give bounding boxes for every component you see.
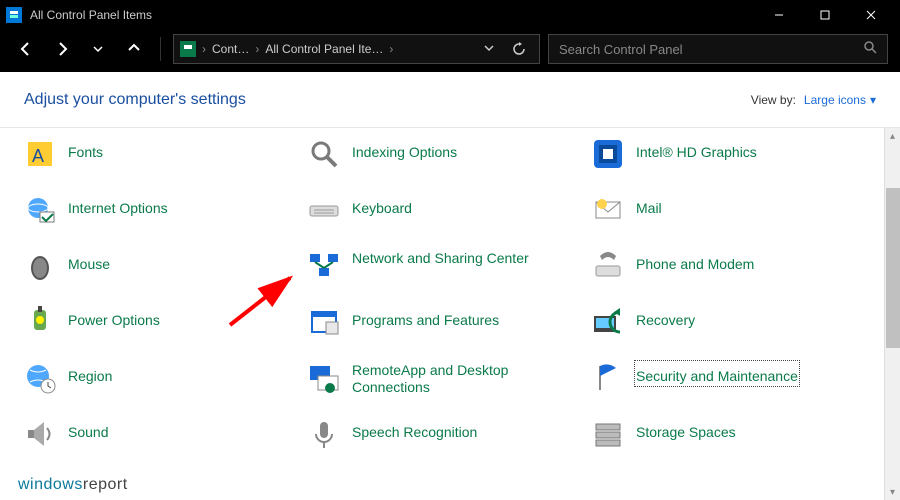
breadcrumb-segment[interactable]: Cont…: [212, 42, 249, 56]
item-label: Region: [68, 362, 112, 385]
view-by-value[interactable]: Large icons: [804, 93, 866, 107]
item-region[interactable]: Region: [24, 362, 308, 406]
content-header: Adjust your computer's settings View by:…: [0, 72, 900, 128]
flag-icon: [592, 362, 624, 394]
remoteapp-icon: [308, 362, 340, 394]
item-label: Security and Maintenance: [636, 362, 798, 385]
item-power-options[interactable]: Power Options: [24, 306, 308, 350]
item-label: Internet Options: [68, 194, 168, 217]
item-programs-and-features[interactable]: Programs and Features: [308, 306, 592, 350]
item-security-and-maintenance[interactable]: Security and Maintenance: [592, 362, 876, 406]
search-box[interactable]: [548, 34, 888, 64]
globe-check-icon: [24, 194, 56, 226]
phone-modem-icon: [592, 250, 624, 282]
address-dropdown-button[interactable]: [479, 42, 499, 56]
item-indexing-options[interactable]: Indexing Options: [308, 138, 592, 182]
page-title: Adjust your computer's settings: [24, 91, 751, 109]
up-button[interactable]: [120, 35, 148, 63]
item-storage-spaces[interactable]: Storage Spaces: [592, 418, 876, 462]
speaker-icon: [24, 418, 56, 450]
history-dropdown-button[interactable]: [84, 35, 112, 63]
item-mouse[interactable]: Mouse: [24, 250, 308, 294]
search-icon[interactable]: [863, 40, 877, 59]
item-network-sharing-center[interactable]: Network and Sharing Center: [308, 250, 592, 294]
item-keyboard[interactable]: Keyboard: [308, 194, 592, 238]
scroll-thumb[interactable]: [886, 188, 900, 348]
refresh-button[interactable]: [505, 35, 533, 63]
nav-separator: [160, 37, 161, 61]
intel-graphics-icon: [592, 138, 624, 170]
control-panel-icon: [6, 7, 22, 23]
window-title: All Control Panel Items: [30, 8, 756, 22]
view-by-label: View by:: [751, 93, 796, 107]
network-icon: [308, 250, 340, 282]
item-label: Phone and Modem: [636, 250, 754, 273]
item-label: Mail: [636, 194, 662, 217]
control-panel-grid: A Fonts Indexing Options Intel® HD Graph…: [0, 128, 900, 482]
chevron-down-icon[interactable]: ▾: [870, 93, 876, 107]
power-icon: [24, 306, 56, 338]
item-recovery[interactable]: Recovery: [592, 306, 876, 350]
scroll-down-button[interactable]: ▾: [885, 484, 900, 500]
forward-button[interactable]: [48, 35, 76, 63]
watermark-part2: report: [83, 476, 128, 493]
explorer-navbar: › Cont… › All Control Panel Ite… ›: [0, 30, 900, 72]
item-speech-recognition[interactable]: Speech Recognition: [308, 418, 592, 462]
mail-icon: [592, 194, 624, 226]
back-button[interactable]: [12, 35, 40, 63]
item-fonts[interactable]: A Fonts: [24, 138, 308, 182]
item-intel-hd-graphics[interactable]: Intel® HD Graphics: [592, 138, 876, 182]
breadcrumb-chevron-icon[interactable]: ›: [389, 42, 393, 56]
item-label: Intel® HD Graphics: [636, 138, 757, 161]
storage-icon: [592, 418, 624, 450]
watermark-part1: windows: [18, 476, 83, 493]
programs-icon: [308, 306, 340, 338]
item-label: Network and Sharing Center: [352, 250, 529, 267]
item-label: Sound: [68, 418, 108, 441]
recovery-icon: [592, 306, 624, 338]
item-remoteapp[interactable]: RemoteApp and Desktop Connections: [308, 362, 592, 406]
item-label: Speech Recognition: [352, 418, 477, 441]
item-label: Mouse: [68, 250, 110, 273]
item-phone-and-modem[interactable]: Phone and Modem: [592, 250, 876, 294]
item-label: RemoteApp and Desktop Connections: [352, 362, 552, 396]
item-label: Power Options: [68, 306, 160, 329]
watermark: windowsreport: [18, 476, 128, 494]
item-sound[interactable]: Sound: [24, 418, 308, 462]
item-label: Programs and Features: [352, 306, 499, 329]
item-internet-options[interactable]: Internet Options: [24, 194, 308, 238]
magnifier-icon: [308, 138, 340, 170]
items-scroll-area: A Fonts Indexing Options Intel® HD Graph…: [0, 128, 900, 500]
maximize-button[interactable]: [802, 0, 848, 30]
breadcrumb-chevron-icon[interactable]: ›: [202, 42, 206, 56]
globe-clock-icon: [24, 362, 56, 394]
breadcrumb-segment[interactable]: All Control Panel Ite…: [265, 42, 383, 56]
breadcrumb-chevron-icon[interactable]: ›: [255, 42, 259, 56]
scroll-up-button[interactable]: ▴: [885, 128, 900, 144]
control-panel-address-icon: [180, 41, 196, 57]
svg-text:A: A: [32, 146, 44, 166]
vertical-scrollbar[interactable]: ▴ ▾: [884, 128, 900, 500]
fonts-icon: A: [24, 138, 56, 170]
microphone-icon: [308, 418, 340, 450]
mouse-icon: [24, 250, 56, 282]
search-input[interactable]: [559, 42, 863, 57]
item-label: Keyboard: [352, 194, 412, 217]
minimize-button[interactable]: [756, 0, 802, 30]
item-label: Recovery: [636, 306, 695, 329]
item-label: Indexing Options: [352, 138, 457, 161]
address-bar[interactable]: › Cont… › All Control Panel Ite… ›: [173, 34, 540, 64]
item-label: Fonts: [68, 138, 103, 161]
keyboard-icon: [308, 194, 340, 226]
item-label: Storage Spaces: [636, 418, 736, 441]
item-mail[interactable]: Mail: [592, 194, 876, 238]
close-button[interactable]: [848, 0, 894, 30]
window-titlebar: All Control Panel Items: [0, 0, 900, 30]
